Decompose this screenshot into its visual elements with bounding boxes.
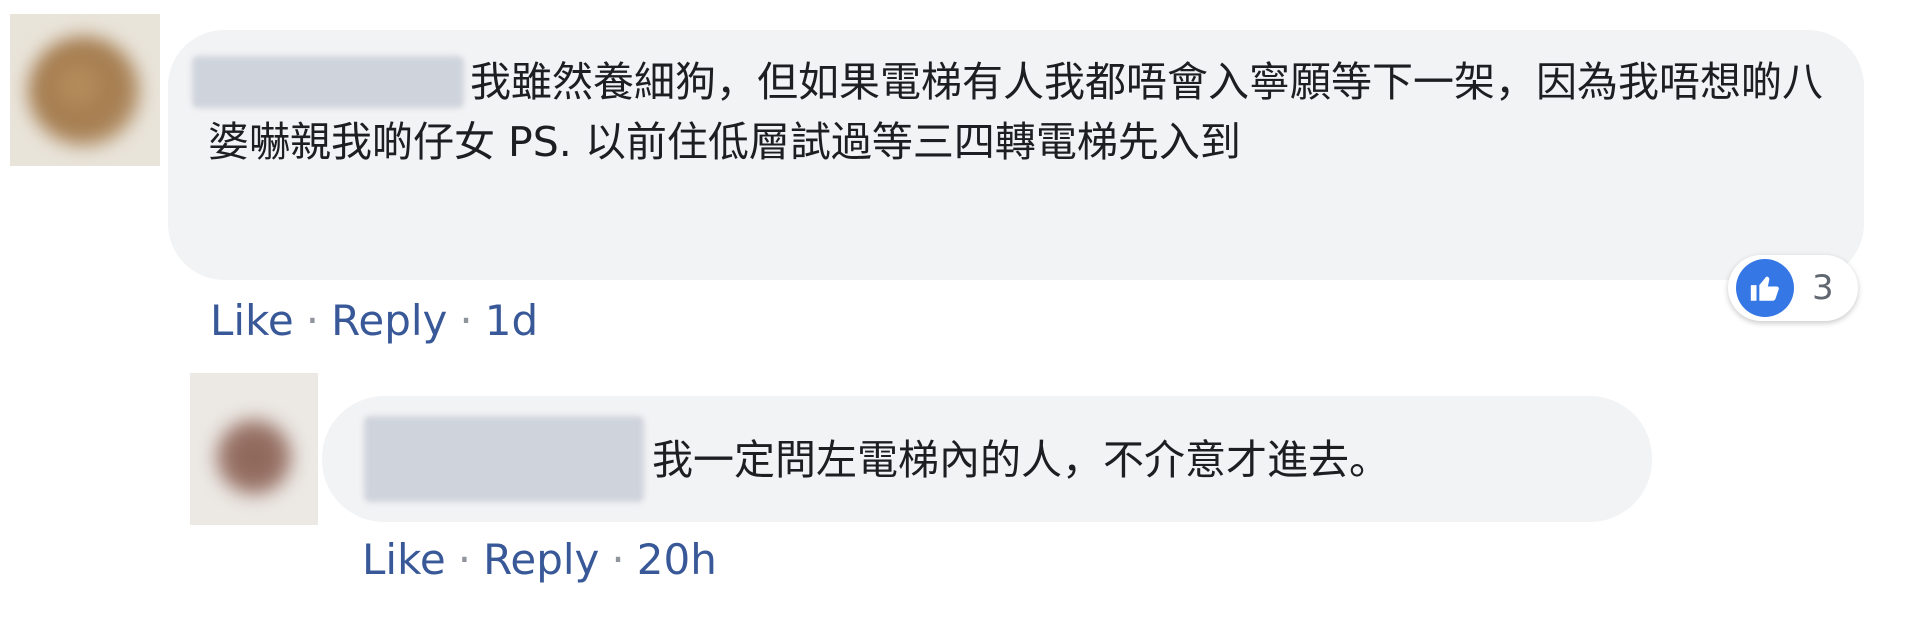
reply-actions: Like · Reply · 20h <box>362 535 717 584</box>
separator: · <box>459 296 473 345</box>
replier-avatar[interactable] <box>190 373 318 525</box>
reaction-summary[interactable]: 3 <box>1728 255 1858 321</box>
reply-timestamp[interactable]: 20h <box>637 535 717 584</box>
reaction-count: 3 <box>1812 268 1834 308</box>
reply-bubble: 我一定問左電梯內的人，不介意才進去。 <box>322 396 1652 522</box>
replier-name-redacted[interactable] <box>364 416 644 502</box>
comment-text: 我雖然養細狗，但如果電梯有人我都唔會入寧願等下一架，因為我唔想啲八婆嚇親我啲仔女… <box>208 52 1848 172</box>
reply-link[interactable]: Reply <box>483 535 599 584</box>
separator: · <box>611 535 625 584</box>
reply-text: 我一定問左電梯內的人，不介意才進去。 <box>652 436 1390 484</box>
comment-timestamp[interactable]: 1d <box>485 296 538 345</box>
reply-link[interactable]: Reply <box>331 296 447 345</box>
like-link[interactable]: Like <box>210 296 294 345</box>
comment-body: 我雖然養細狗，但如果電梯有人我都唔會入寧願等下一架，因為我唔想啲八婆嚇親我啲仔女… <box>208 58 1823 166</box>
comment-actions: Like · Reply · 1d <box>210 296 538 345</box>
thumbs-up-icon <box>1736 259 1794 317</box>
separator: · <box>457 535 472 584</box>
avatar-photo-blurred <box>28 36 140 146</box>
commenter-avatar[interactable] <box>10 14 160 166</box>
like-link[interactable]: Like <box>362 535 446 584</box>
separator: · <box>305 296 320 345</box>
comment-bubble: 我雖然養細狗，但如果電梯有人我都唔會入寧願等下一架，因為我唔想啲八婆嚇親我啲仔女… <box>168 30 1864 280</box>
avatar-photo-blurred <box>216 419 292 495</box>
